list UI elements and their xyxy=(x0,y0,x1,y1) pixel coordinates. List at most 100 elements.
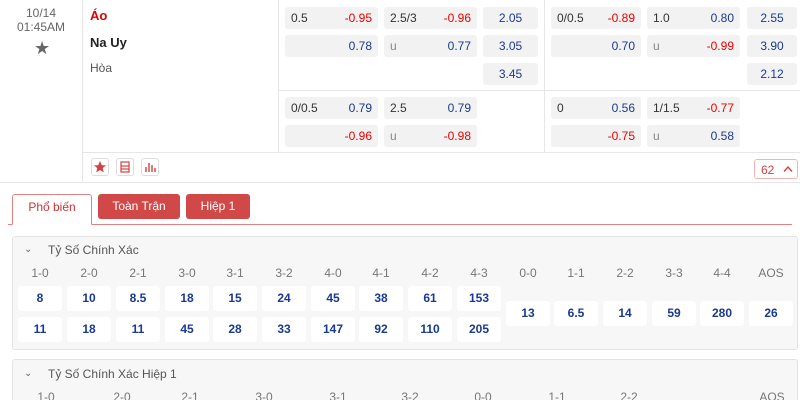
odds-value: -0.75 xyxy=(607,129,635,143)
ft-over-cell[interactable]: 2.5/3 -0.96 xyxy=(384,7,477,29)
score-odds-draw[interactable]: 14 xyxy=(603,301,647,326)
score-odds-home[interactable]: 8 xyxy=(18,286,62,311)
tab-first-half[interactable]: Hiệp 1 xyxy=(186,194,250,219)
score-odds-draw[interactable]: 59 xyxy=(652,301,696,326)
score-odds-away[interactable]: 92 xyxy=(359,317,403,342)
score-label: 2-2 xyxy=(616,266,634,280)
ft-under-cell-2[interactable]: u -0.98 xyxy=(384,125,477,147)
score-label: 2-0 xyxy=(80,266,98,280)
handicap-line: 0 xyxy=(557,101,564,115)
chevron-down-icon[interactable]: ⌄ xyxy=(24,244,32,255)
score-label: 3-0 xyxy=(255,390,273,400)
bar-chart-icon xyxy=(145,163,156,172)
ou-line: 1/1.5 xyxy=(653,101,680,115)
score-odds-away[interactable]: 11 xyxy=(116,317,160,342)
score-odds-away[interactable]: 28 xyxy=(213,317,257,342)
score-odds-away[interactable]: 11 xyxy=(18,317,62,342)
correct-score-title[interactable]: Tỷ Số Chính Xác xyxy=(48,243,139,257)
h1-handicap-home-cell[interactable]: 0/0.5 -0.89 xyxy=(551,7,641,29)
favorite-star-icon[interactable]: ★ xyxy=(34,38,50,59)
match-row: 10/14 01:45AM ★ Áo Na Uy Hòa 0.5 -0.95 0… xyxy=(0,0,800,183)
score-label: 0-0 xyxy=(519,266,537,280)
score-odds-draw[interactable]: 13 xyxy=(506,301,550,326)
chevron-down-icon[interactable]: ⌄ xyxy=(24,368,32,379)
odds-value: -0.77 xyxy=(706,101,734,115)
tab-full-match[interactable]: Toàn Trận xyxy=(98,194,180,219)
score-odds-home[interactable]: 45 xyxy=(311,286,355,311)
score-odds-draw[interactable]: 6.5 xyxy=(554,301,598,326)
score-label: 0-0 xyxy=(474,390,492,400)
score-label: 1-1 xyxy=(567,266,585,280)
odds-value: -0.89 xyxy=(607,11,635,25)
odds-value: 0.56 xyxy=(611,101,635,115)
odds-value: 3.05 xyxy=(498,39,523,53)
score-odds-home[interactable]: 153 xyxy=(457,286,501,311)
score-odds-home[interactable]: 61 xyxy=(408,286,452,311)
h1-handicap-home-cell-2[interactable]: 0 0.56 xyxy=(551,97,641,119)
under-label: u xyxy=(653,39,660,53)
draw-label: Hòa xyxy=(90,61,113,75)
odds-value: 0.79 xyxy=(447,101,471,115)
ft-1x2-away-cell[interactable]: 3.05 xyxy=(483,35,538,57)
more-markets-count: 62 xyxy=(761,163,775,177)
stats-button[interactable] xyxy=(141,158,159,176)
score-odds-away[interactable]: 33 xyxy=(262,317,306,342)
more-markets-button[interactable]: 62 xyxy=(754,159,798,179)
ft-handicap-home-cell[interactable]: 0.5 -0.95 xyxy=(285,7,378,29)
score-odds-away[interactable]: 18 xyxy=(67,317,111,342)
odds-value: -0.98 xyxy=(443,129,471,143)
score-odds-away[interactable]: 110 xyxy=(408,317,452,342)
odds-value: 3.45 xyxy=(498,67,523,81)
ft-handicap-away-cell-2[interactable]: -0.96 xyxy=(285,125,378,147)
h1-over-cell-2[interactable]: 1/1.5 -0.77 xyxy=(647,97,740,119)
h1-under-cell[interactable]: u -0.99 xyxy=(647,35,740,57)
h1-1x2-home-cell[interactable]: 2.55 xyxy=(747,7,797,29)
score-label: 3-0 xyxy=(178,266,196,280)
ft-handicap-away-cell[interactable]: 0.78 xyxy=(285,35,378,57)
odds-value: 0.77 xyxy=(447,39,471,53)
h1-handicap-away-cell[interactable]: 0.70 xyxy=(551,35,641,57)
lineup-button[interactable] xyxy=(116,158,134,176)
h1-over-cell[interactable]: 1.0 0.80 xyxy=(647,7,740,29)
score-odds-home[interactable]: 15 xyxy=(213,286,257,311)
tab-popular[interactable]: Phổ biến xyxy=(12,194,92,225)
correct-score-h1-title[interactable]: Tỷ Số Chính Xác Hiệp 1 xyxy=(48,367,177,381)
score-odds-away[interactable]: 147 xyxy=(311,317,355,342)
score-label: 3-3 xyxy=(665,266,683,280)
list-icon xyxy=(120,161,130,173)
odds-value: -0.96 xyxy=(443,11,471,25)
odds-value: -0.96 xyxy=(344,129,372,143)
ft-over-cell-2[interactable]: 2.5 0.79 xyxy=(384,97,477,119)
ft-handicap-home-cell-2[interactable]: 0/0.5 0.79 xyxy=(285,97,378,119)
score-label: 4-3 xyxy=(470,266,488,280)
score-label: 2-0 xyxy=(113,390,131,400)
h1-under-cell-2[interactable]: u 0.58 xyxy=(647,125,740,147)
score-label: 3-1 xyxy=(329,390,347,400)
score-odds-home[interactable]: 38 xyxy=(359,286,403,311)
score-odds-away[interactable]: 45 xyxy=(165,317,209,342)
score-label: AOS xyxy=(758,266,784,280)
h1-1x2-draw-cell[interactable]: 2.12 xyxy=(747,63,797,85)
ou-line: 2.5/3 xyxy=(390,11,417,25)
odds-value: 0.78 xyxy=(348,39,372,53)
score-odds-home[interactable]: 18 xyxy=(165,286,209,311)
score-label: 1-0 xyxy=(37,390,55,400)
odds-value: -0.99 xyxy=(706,39,734,53)
score-odds-home[interactable]: 24 xyxy=(262,286,306,311)
score-odds-home[interactable]: 10 xyxy=(67,286,111,311)
h1-1x2-away-cell[interactable]: 3.90 xyxy=(747,35,797,57)
star-icon xyxy=(94,161,106,173)
ft-under-cell[interactable]: u 0.77 xyxy=(384,35,477,57)
score-label: 1-1 xyxy=(548,390,566,400)
odds-value: 2.05 xyxy=(498,11,523,25)
score-odds-draw[interactable]: 280 xyxy=(700,301,744,326)
score-odds-away[interactable]: 205 xyxy=(457,317,501,342)
score-odds-home[interactable]: 8.5 xyxy=(116,286,160,311)
ft-1x2-home-cell[interactable]: 2.05 xyxy=(483,7,538,29)
score-odds-draw[interactable]: 26 xyxy=(749,301,793,326)
odds-value: 3.90 xyxy=(760,39,784,53)
h1-handicap-away-cell-2[interactable]: -0.75 xyxy=(551,125,641,147)
ft-1x2-draw-cell[interactable]: 3.45 xyxy=(483,63,538,85)
favorite-button[interactable] xyxy=(91,158,109,176)
ou-line: 2.5 xyxy=(390,101,407,115)
